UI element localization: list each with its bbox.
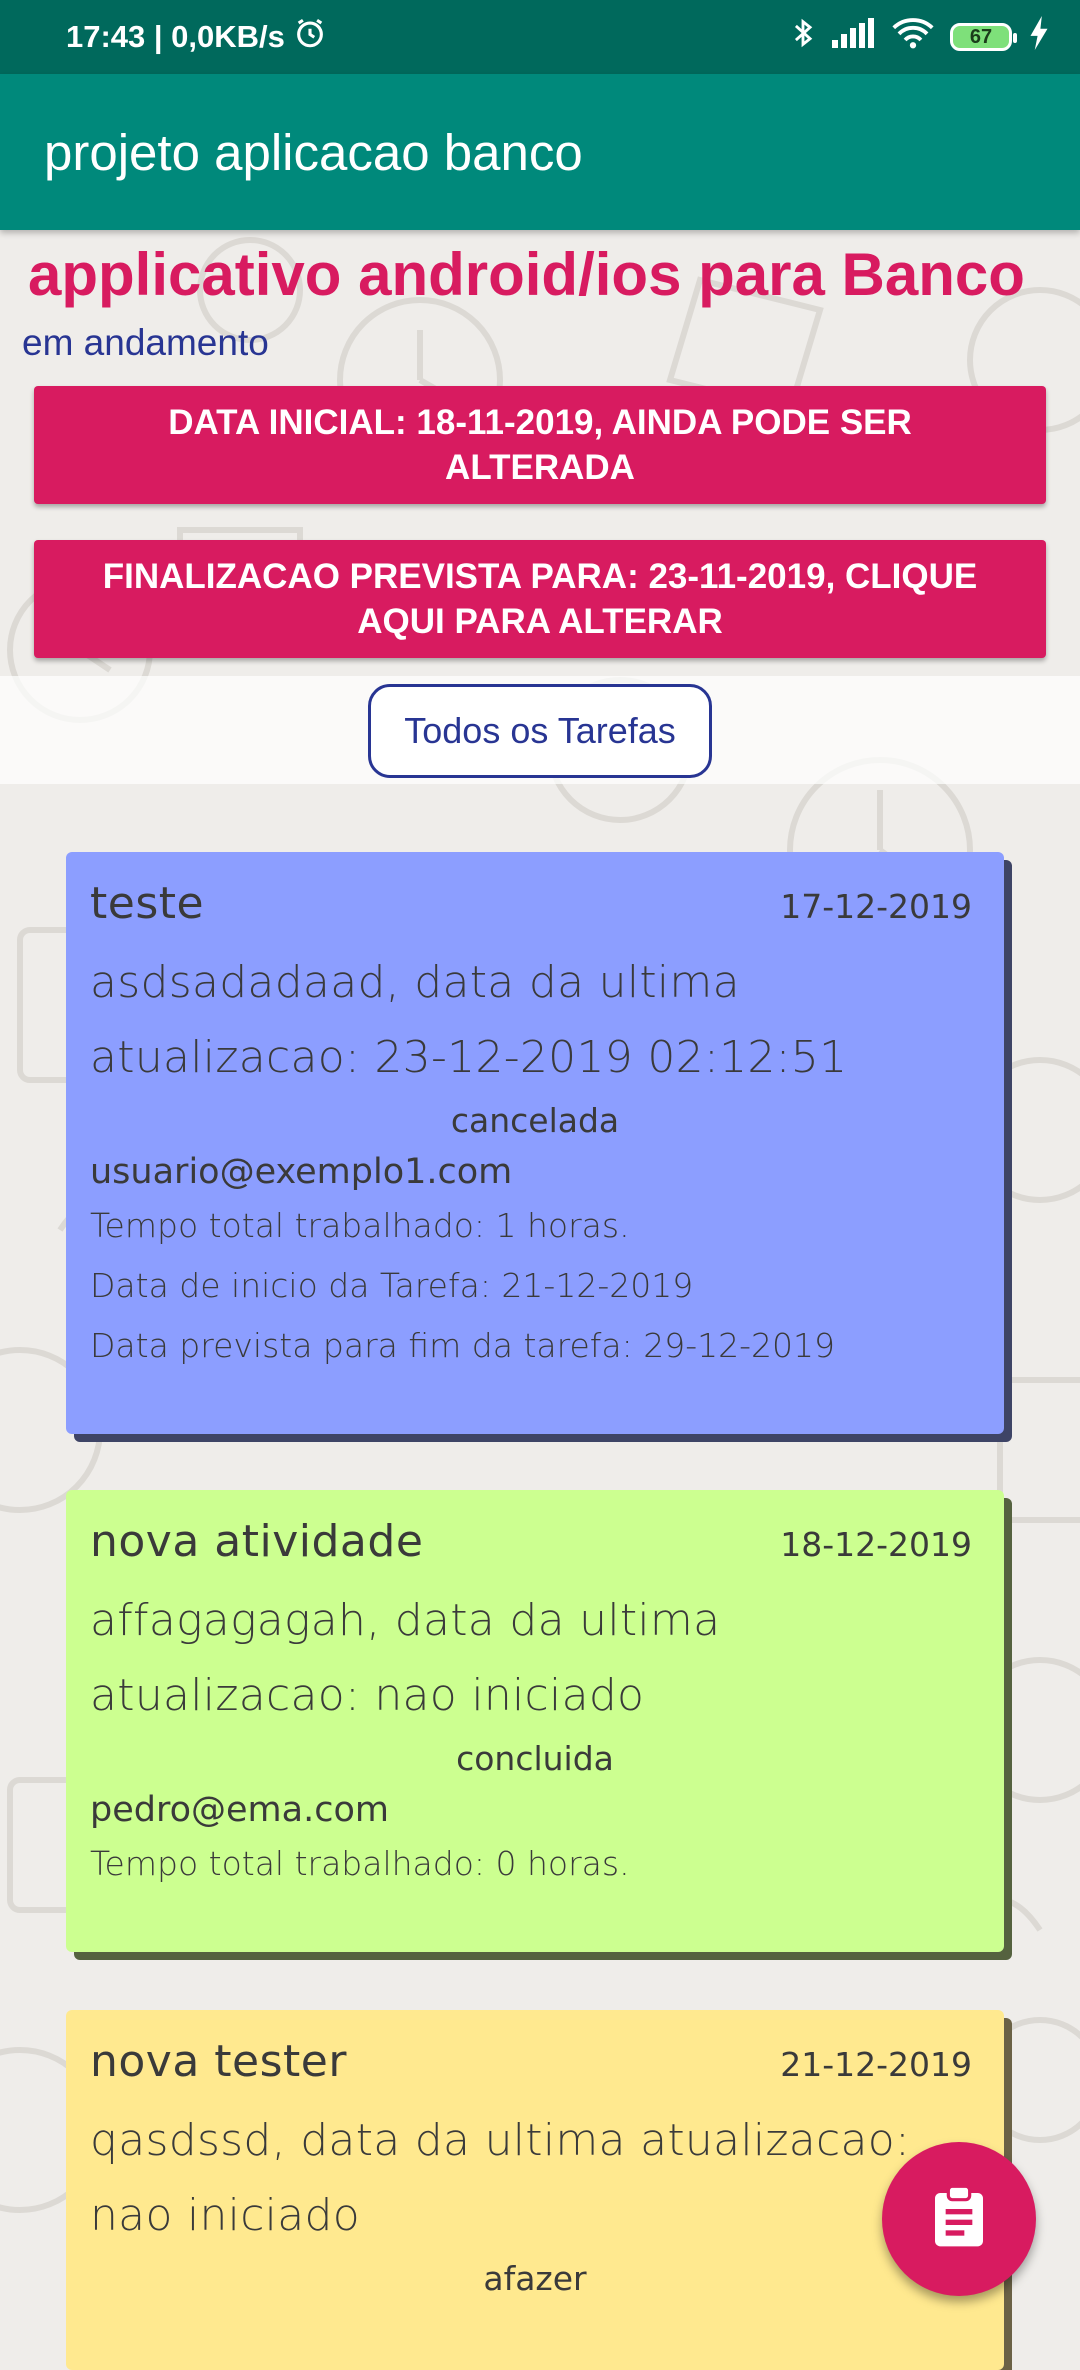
project-title: applicativo android/ios para Banco [28,241,1025,308]
bluetooth-icon [790,16,816,58]
task-description: affagagagah, data da ultima atualizacao:… [90,1595,721,1721]
clipboard-icon-svg [935,2184,983,2247]
task-user: pedro@ema.com [90,1790,389,1830]
task-description: qasdssd, data da ultima atualizacao: nao… [90,2115,911,2241]
task-start-date: Data de inicio da Tarefa: 21-12-2019 [90,1266,694,1305]
task-name: teste [90,878,205,929]
start-date-button[interactable]: DATA INICIAL: 18-11-2019, AINDA PODE SER… [34,386,1046,504]
signal-icon [832,18,876,56]
task-description: asdsadadaad, data da ultima atualizacao:… [90,957,848,1083]
bluetooth-icon-svg [794,18,813,48]
task-date: 17-12-2019 [780,887,972,926]
task-state: cancelada [450,1101,620,1140]
task-card[interactable]: nova atividade 18-12-2019 affagagagah, d… [66,1490,1004,1952]
status-bar: 17:43 | 0,0KB/s 67 [0,0,1080,74]
end-date-button[interactable]: FINALIZACAO PREVISTA PARA: 23-11-2019, C… [34,540,1046,658]
clipboard-icon [931,2184,987,2253]
task-card[interactable]: nova tester 21-12-2019 qasdssd, data da … [66,2010,1004,2370]
task-end-date: Data prevista para fim da tarefa: 29-12-… [90,1326,835,1365]
task-header: nova atividade 18-12-2019 [90,1516,980,1567]
task-user: usuario@exemplo1.com [90,1152,513,1192]
battery-icon: 67 [950,23,1017,51]
task-total-time: Tempo total trabalhado: 1 horas. [90,1206,630,1245]
signal-icon-svg [832,18,874,48]
task-name: nova atividade [90,1516,424,1567]
task-state: concluida [456,1739,614,1778]
all-tasks-button[interactable]: Todos os Tarefas [368,684,712,778]
task-date: 18-12-2019 [780,1525,972,1564]
task-state: afazer [483,2259,587,2298]
status-time: 17:43 | 0,0KB/s [66,19,285,54]
alarm-icon [293,16,327,58]
wifi-icon [892,17,934,57]
wifi-icon-svg [892,18,934,49]
task-date: 21-12-2019 [780,2045,972,2084]
app-title: projeto aplicacao banco [44,123,583,181]
status-icons: 67 [790,16,1050,58]
project-status: em andamento [22,322,269,363]
charging-icon [1028,16,1050,58]
charging-icon-svg [1030,16,1048,50]
task-total-time: Tempo total trabalhado: 0 horas. [90,1844,630,1883]
status-time-group: 17:43 | 0,0KB/s [66,16,327,58]
add-task-fab[interactable] [882,2142,1036,2296]
task-name: nova tester [90,2036,347,2087]
alarm-icon-svg [297,18,323,48]
app-bar: projeto aplicacao banco [0,74,1080,230]
task-header: nova tester 21-12-2019 [90,2036,980,2087]
task-header: teste 17-12-2019 [90,878,980,929]
task-card[interactable]: teste 17-12-2019 asdsadadaad, data da ul… [66,852,1004,1434]
